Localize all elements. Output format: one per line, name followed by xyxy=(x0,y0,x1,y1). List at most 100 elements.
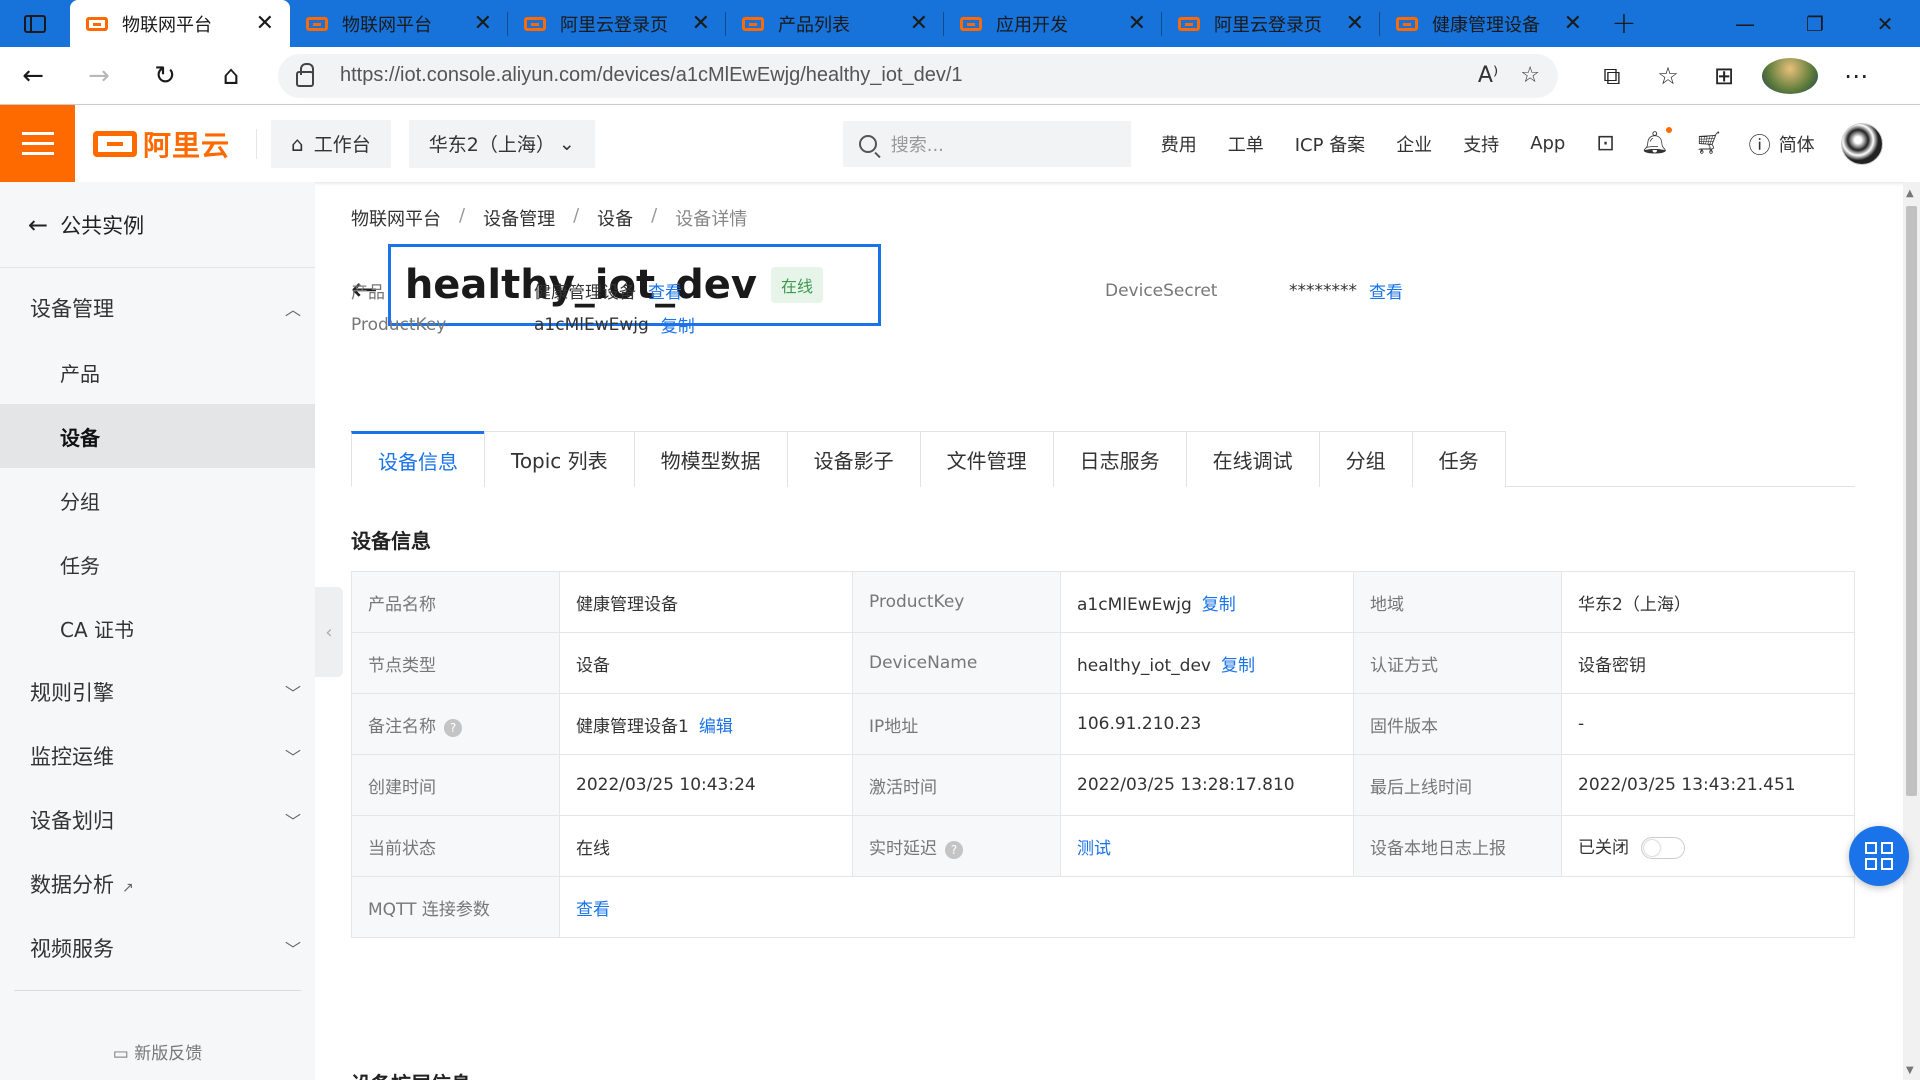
back-to-instances[interactable]: ← 公共实例 xyxy=(0,182,315,268)
help-icon[interactable]: ⓘ xyxy=(1749,128,1771,160)
breadcrumb-iot-platform[interactable]: 物联网平台 xyxy=(351,205,441,231)
tab-tsl-data[interactable]: 物模型数据 xyxy=(633,431,788,487)
hamburger-menu-button[interactable] xyxy=(0,105,75,182)
page-scrollbar[interactable]: ▲ ▼ xyxy=(1903,182,1920,1080)
cell-label: 认证方式 xyxy=(1353,632,1562,694)
help-icon[interactable]: ? xyxy=(945,840,963,859)
tab-online-debug[interactable]: 在线调试 xyxy=(1185,431,1320,487)
sidebar-item-tasks[interactable]: 任务 xyxy=(0,532,315,596)
aliyun-favicon-icon xyxy=(86,16,108,31)
tab-actions-button[interactable] xyxy=(0,0,70,47)
minimize-button[interactable]: — xyxy=(1710,0,1780,47)
browser-tab[interactable]: 阿里云登录页 ✕ xyxy=(1162,0,1380,47)
breadcrumb-devices[interactable]: 设备 xyxy=(597,205,633,231)
cart-icon[interactable]: 🛒︎ xyxy=(1695,131,1723,156)
close-icon[interactable]: ✕ xyxy=(256,12,274,35)
browser-tab[interactable]: 产品列表 ✕ xyxy=(726,0,944,47)
close-icon[interactable]: ✕ xyxy=(1128,12,1146,35)
add-favorite-icon[interactable]: ☆ xyxy=(1520,63,1540,88)
url-text[interactable]: https://iot.console.aliyun.com/devices/a… xyxy=(340,64,1478,87)
aliyun-logo[interactable]: 阿里云 xyxy=(93,124,230,164)
nav-link-support[interactable]: 支持 xyxy=(1463,131,1499,157)
sidebar-group-device-assignment[interactable]: 设备划归 ﹀ xyxy=(0,788,315,852)
close-window-button[interactable]: ✕ xyxy=(1850,0,1920,47)
profile-avatar[interactable] xyxy=(1762,57,1818,94)
nav-link-app[interactable]: App xyxy=(1530,133,1565,154)
sidebar-group-rule-engine[interactable]: 规则引擎 ﹀ xyxy=(0,660,315,724)
lock-icon[interactable] xyxy=(296,62,314,87)
back-button[interactable]: ← xyxy=(0,61,66,91)
new-tab-button[interactable]: + xyxy=(1598,0,1650,47)
nav-link-enterprise[interactable]: 企业 xyxy=(1396,131,1432,157)
scroll-down-icon[interactable]: ▼ xyxy=(1906,1065,1914,1076)
close-icon[interactable]: ✕ xyxy=(692,12,710,35)
close-icon[interactable]: ✕ xyxy=(1346,12,1364,35)
favorites-icon[interactable]: ☆ xyxy=(1640,62,1696,90)
browser-tab[interactable]: 物联网平台 ✕ xyxy=(70,0,290,47)
detail-tabs: 设备信息 Topic 列表 物模型数据 设备影子 文件管理 日志服务 在线调试 … xyxy=(351,431,1855,487)
tab-groups[interactable]: 分组 xyxy=(1318,431,1413,487)
language-switch[interactable]: 简体 xyxy=(1779,131,1815,157)
browser-tab[interactable]: 应用开发 ✕ xyxy=(944,0,1162,47)
tab-file-management[interactable]: 文件管理 xyxy=(919,431,1054,487)
tab-log-service[interactable]: 日志服务 xyxy=(1052,431,1187,487)
help-icon[interactable]: ? xyxy=(444,718,462,737)
app-grid-floating-button[interactable] xyxy=(1849,826,1909,886)
scroll-up-icon[interactable]: ▲ xyxy=(1906,188,1914,199)
user-avatar[interactable] xyxy=(1840,122,1883,165)
terminal-icon[interactable]: ⊡ xyxy=(1596,131,1614,156)
local-log-toggle[interactable] xyxy=(1641,837,1685,859)
test-latency-link[interactable]: 测试 xyxy=(1077,839,1111,859)
forward-button[interactable]: → xyxy=(66,61,132,91)
cell-label: 当前状态 xyxy=(351,815,560,877)
sidebar-group-video-service[interactable]: 视频服务 ﹀ xyxy=(0,916,315,980)
breadcrumb-device-management[interactable]: 设备管理 xyxy=(483,205,555,231)
restore-button[interactable]: ❐ xyxy=(1780,0,1850,47)
close-icon[interactable]: ✕ xyxy=(1564,12,1582,35)
view-product-link[interactable]: 查看 xyxy=(648,278,682,303)
table-row: 备注名称? 健康管理设备1 编辑 IP地址 106.91.210.23 固件版本 … xyxy=(351,693,1855,755)
sidebar-item-devices[interactable]: 设备 xyxy=(0,404,315,468)
tab-tasks[interactable]: 任务 xyxy=(1411,431,1506,487)
extensions-icon[interactable]: ⧉ xyxy=(1584,62,1640,90)
cell-value: 健康管理设备1 编辑 xyxy=(559,693,853,755)
workbench-button[interactable]: ⌂ 工作台 xyxy=(271,119,391,168)
view-mqtt-params-link[interactable]: 查看 xyxy=(576,900,610,920)
browser-tab[interactable]: 阿里云登录页 ✕ xyxy=(508,0,726,47)
url-field[interactable]: https://iot.console.aliyun.com/devices/a… xyxy=(278,53,1558,98)
feedback-link[interactable]: ▭ 新版反馈 xyxy=(0,1039,315,1064)
browser-tab[interactable]: 物联网平台 ✕ xyxy=(290,0,508,47)
nav-link-icp[interactable]: ICP 备案 xyxy=(1295,131,1365,157)
tab-device-info[interactable]: 设备信息 xyxy=(351,431,485,487)
sidebar-group-data-analysis[interactable]: 数据分析 ↗ xyxy=(0,852,315,916)
read-aloud-icon[interactable]: A⁾ xyxy=(1478,63,1498,88)
scrollbar-thumb[interactable] xyxy=(1906,206,1917,796)
copy-devicename-link[interactable]: 复制 xyxy=(1221,656,1255,676)
item-label: CA 证书 xyxy=(60,617,135,642)
more-icon[interactable]: ⋯ xyxy=(1828,62,1884,90)
search-input[interactable]: 搜索... xyxy=(842,120,1131,167)
copy-productkey-link[interactable]: 复制 xyxy=(1202,595,1236,615)
tab-device-shadow[interactable]: 设备影子 xyxy=(786,431,921,487)
sidebar-item-products[interactable]: 产品 xyxy=(0,340,315,404)
nav-link-tickets[interactable]: 工单 xyxy=(1228,131,1264,157)
sidebar-group-monitoring[interactable]: 监控运维 ﹀ xyxy=(0,724,315,788)
collections-icon[interactable]: ⊞ xyxy=(1696,62,1752,90)
browser-tab[interactable]: 健康管理设备 ✕ xyxy=(1380,0,1598,47)
close-icon[interactable]: ✕ xyxy=(474,12,492,35)
cell-label: 激活时间 xyxy=(852,754,1061,816)
value-text: 设备 xyxy=(576,655,610,676)
edit-alias-link[interactable]: 编辑 xyxy=(699,717,733,737)
home-button[interactable]: ⌂ xyxy=(198,61,264,91)
tab-topic-list[interactable]: Topic 列表 xyxy=(484,431,635,487)
region-select[interactable]: 华东2（上海） ⌄ xyxy=(408,119,595,168)
sidebar-item-groups[interactable]: 分组 xyxy=(0,468,315,532)
nav-link-fees[interactable]: 费用 xyxy=(1161,131,1197,157)
sidebar-group-device-management[interactable]: 设备管理 ︿ xyxy=(0,276,315,340)
bell-icon[interactable]: 🔔︎ xyxy=(1641,127,1672,156)
copy-productkey-link[interactable]: 复制 xyxy=(661,312,695,337)
close-icon[interactable]: ✕ xyxy=(910,12,928,35)
refresh-button[interactable]: ↻ xyxy=(132,61,198,91)
view-secret-link[interactable]: 查看 xyxy=(1369,278,1403,303)
sidebar-item-ca-cert[interactable]: CA 证书 xyxy=(0,596,315,660)
